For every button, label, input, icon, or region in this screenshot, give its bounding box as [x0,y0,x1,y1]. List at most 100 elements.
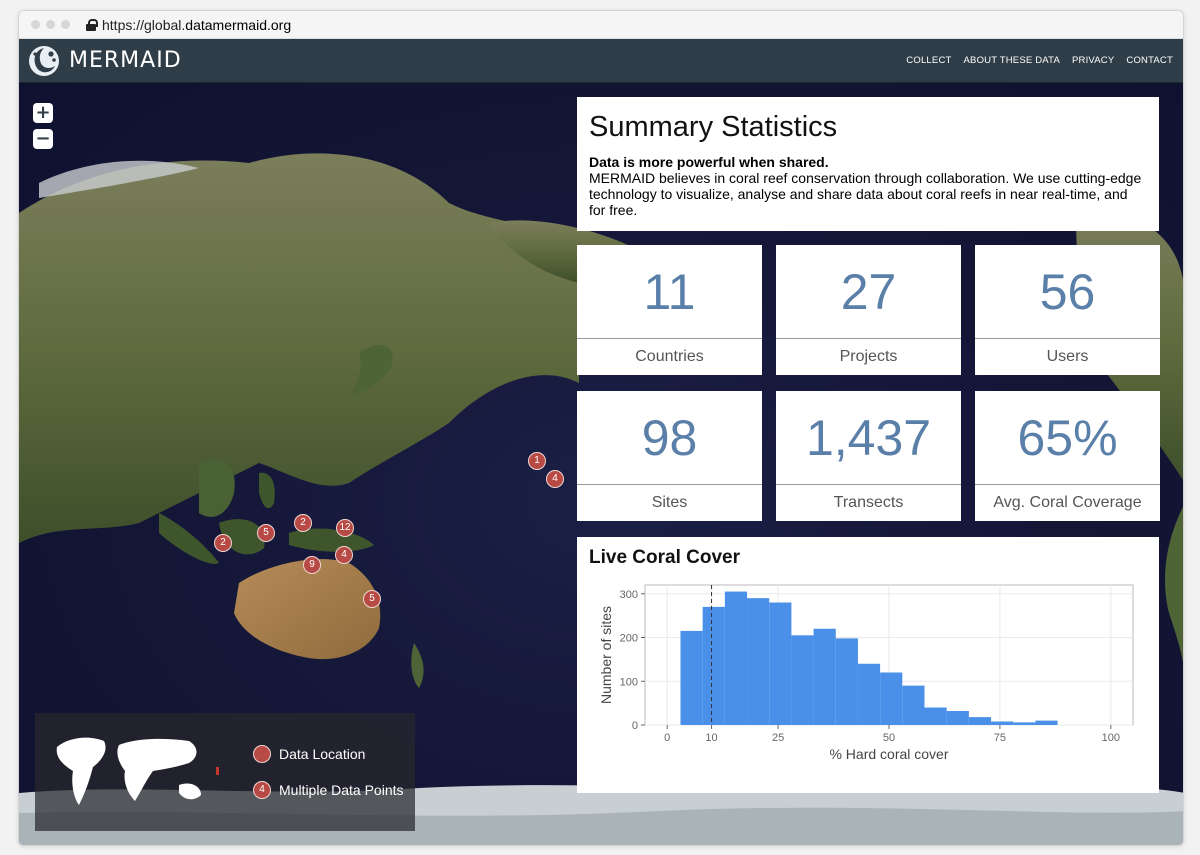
histogram-bar [835,638,858,725]
stat-value: 56 [975,245,1160,339]
url-text[interactable]: https://global.datamermaid.org [102,17,291,33]
address-bar[interactable]: https://global.datamermaid.org [19,11,1183,39]
map-marker[interactable]: 12 [336,519,354,537]
zoom-controls: + − [33,103,53,149]
legend-label-multiple-points: Multiple Data Points [279,782,404,798]
map-marker[interactable]: 9 [303,556,321,574]
stat-sites: 98 Sites [577,391,762,521]
x-tick-label: 75 [994,732,1006,744]
y-tick-label: 200 [620,633,638,645]
map-marker[interactable]: 1 [528,452,546,470]
nav-collect[interactable]: COLLECT [906,55,951,66]
zoom-in-button[interactable]: + [33,103,53,123]
stat-label: Transects [833,494,904,511]
histogram-bar [680,630,703,725]
map-marker[interactable]: 5 [257,524,275,542]
stat-value: 98 [577,391,762,485]
window-dot[interactable] [46,20,55,29]
histogram-bar [1035,720,1058,725]
legend-data-location: Data Location [253,745,365,763]
nav-about-these-data[interactable]: ABOUT THESE DATA [964,55,1060,66]
nav-privacy[interactable]: PRIVACY [1072,55,1114,66]
asia-landmass [19,153,579,544]
sumatra [159,513,219,564]
histogram-bar [880,672,903,725]
brand-name[interactable]: MERMAID [69,48,182,73]
histogram-bar [991,721,1014,725]
indochina [199,459,235,517]
lock-icon [86,18,98,31]
summary-panel: Summary Statistics Data is more powerful… [577,97,1159,231]
y-tick-label: 100 [620,676,638,688]
x-tick-label: 100 [1102,732,1120,744]
histogram-bar [924,707,947,725]
histogram-bar [813,628,836,725]
stat-transects: 1,437 Transects [776,391,961,521]
multiple-points-icon: 4 [253,781,271,799]
summary-lead: Data is more powerful when shared. [589,154,829,170]
chart-title: Live Coral Cover [589,547,740,568]
y-axis-label: Number of sites [598,606,614,704]
y-tick-label: 0 [632,720,638,732]
histogram-bar [702,606,725,725]
south-america-edge [1164,507,1183,663]
philippines [259,472,275,509]
histogram-bar [1013,722,1036,725]
x-tick-label: 25 [772,732,784,744]
summary-description: MERMAID believes in coral reef conservat… [589,170,1142,218]
stat-label: Projects [839,348,898,365]
nav-contact[interactable]: CONTACT [1126,55,1173,66]
histogram-bar [724,591,748,725]
live-coral-cover-panel: Live Coral Cover 0 100 200 300 0 10 25 50 75 100%… [577,537,1159,793]
map-marker[interactable]: 2 [294,514,312,532]
x-tick-label: 0 [664,732,670,744]
legend-label-data-location: Data Location [279,746,366,762]
map-marker[interactable]: 4 [335,546,353,564]
stat-users: 56 Users [975,245,1160,375]
stat-countries: 11 Countries [577,245,762,375]
histogram-bar [968,717,992,725]
browser-window: https://global.datamermaid.org MERMAID C… [18,10,1184,846]
window-dot[interactable] [31,20,40,29]
stat-projects: 27 Projects [776,245,961,375]
new-guinea [289,528,374,552]
histogram-bar [857,663,881,725]
new-zealand [411,643,424,688]
world-map[interactable]: + − 1 4 2 5 2 12 4 9 5 Data Location 4 M… [19,83,1183,845]
histogram-bar [902,685,925,725]
y-tick-label: 300 [620,589,638,601]
stat-label: Sites [651,494,688,511]
stat-avg-coral-coverage: 65% Avg. Coral Coverage [975,391,1160,521]
stat-value: 65% [975,391,1160,485]
top-nav: COLLECT ABOUT THESE DATA PRIVACY CONTACT [906,55,1183,66]
url-domain: datamermaid.org [185,16,292,33]
histogram-bar [946,711,969,725]
histogram-bar [747,598,770,725]
x-tick-label: 50 [883,732,895,744]
mermaid-logo-icon [29,45,59,76]
stat-value: 1,437 [776,391,961,485]
histogram-bar [769,602,792,725]
map-marker[interactable]: 4 [546,470,564,488]
stat-value: 27 [776,245,961,339]
stat-label: Countries [635,348,704,365]
x-tick-label: 10 [705,732,717,744]
map-marker[interactable]: 2 [214,534,232,552]
stat-label: Users [1046,348,1089,365]
x-axis-label: % Hard coral cover [829,746,948,762]
coral-cover-histogram: 0 100 200 300 0 10 25 50 75 100 % Hard coral cover… [598,584,1134,762]
map-marker[interactable]: 5 [363,590,381,608]
app-header: MERMAID COLLECT ABOUT THESE DATA PRIVACY… [19,39,1183,83]
map-legend: Data Location 4 Multiple Data Points [35,713,415,831]
stat-label: Avg. Coral Coverage [993,494,1142,511]
window-dot[interactable] [61,20,70,29]
world-minimap[interactable] [49,727,219,817]
legend-multiple-points: 4 Multiple Data Points [253,781,404,799]
summary-title: Summary Statistics [589,111,838,143]
data-location-icon [253,745,271,763]
stat-value: 11 [577,245,762,339]
histogram-bar [791,635,814,725]
url-prefix: https://global. [102,16,186,33]
window-controls [31,20,70,29]
zoom-out-button[interactable]: − [33,129,53,149]
